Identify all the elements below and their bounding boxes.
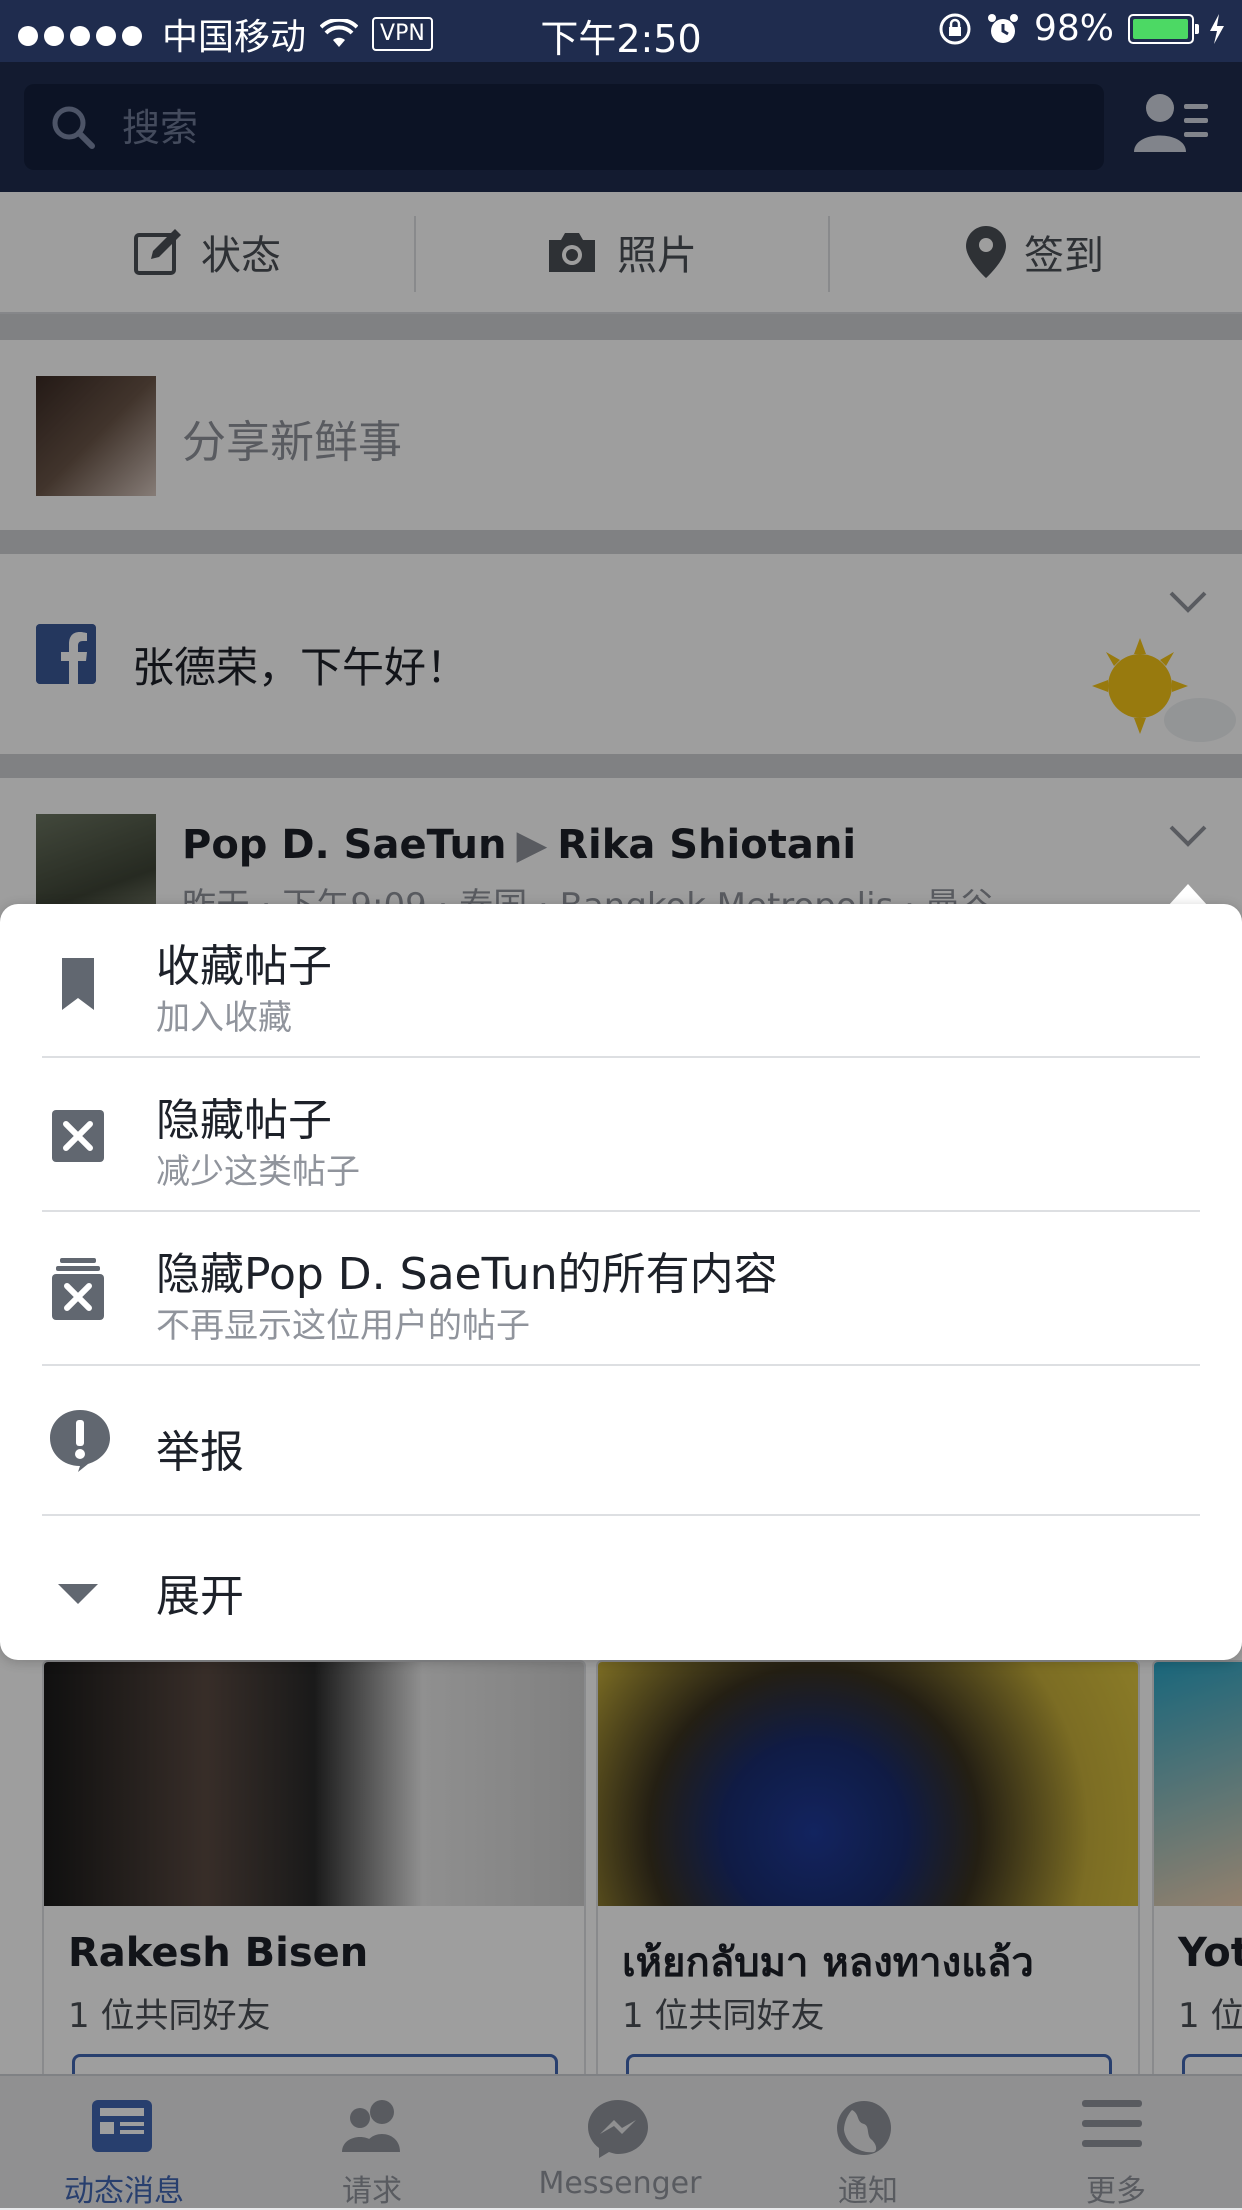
battery-percentage: 98% xyxy=(1033,8,1114,49)
menu-item-subtitle: 减少这类帖子 xyxy=(156,1152,360,1192)
expand-icon xyxy=(58,1584,98,1604)
battery-icon xyxy=(1128,13,1199,44)
menu-item-expand[interactable]: 展开 xyxy=(0,1516,1242,1660)
bookmark-icon xyxy=(62,958,94,1010)
report-icon xyxy=(50,1410,110,1472)
alarm-icon xyxy=(987,13,1018,43)
post-options-menu: 收藏帖子 加入收藏 隐藏帖子 减少这类帖子 隐藏Pop D. SaeTun的所有… xyxy=(0,904,1242,1660)
menu-item-report[interactable]: 举报 xyxy=(0,1366,1242,1516)
menu-item-subtitle: 加入收藏 xyxy=(156,998,292,1038)
menu-item-title: 隐藏Pop D. SaeTun的所有内容 xyxy=(156,1249,778,1300)
menu-item-hide-all[interactable]: 隐藏Pop D. SaeTun的所有内容 不再显示这位用户的帖子 xyxy=(0,1212,1242,1366)
status-right: 98% xyxy=(938,8,1226,49)
menu-item-title: 展开 xyxy=(156,1571,244,1622)
rotation-lock-icon xyxy=(939,13,971,44)
menu-caret xyxy=(1168,884,1208,906)
hide-all-icon xyxy=(52,1258,104,1320)
menu-item-title: 隐藏帖子 xyxy=(156,1095,332,1146)
charging-bolt-icon xyxy=(1210,13,1224,44)
menu-item-title: 收藏帖子 xyxy=(156,941,332,992)
menu-item-save-post[interactable]: 收藏帖子 加入收藏 xyxy=(0,904,1242,1058)
menu-item-hide-post[interactable]: 隐藏帖子 减少这类帖子 xyxy=(0,1058,1242,1212)
menu-item-title: 举报 xyxy=(156,1427,244,1478)
status-bar: 中国移动 VPN 下午2:50 98% xyxy=(0,0,1242,62)
menu-item-subtitle: 不再显示这位用户的帖子 xyxy=(156,1306,530,1346)
hide-post-icon xyxy=(52,1110,104,1162)
